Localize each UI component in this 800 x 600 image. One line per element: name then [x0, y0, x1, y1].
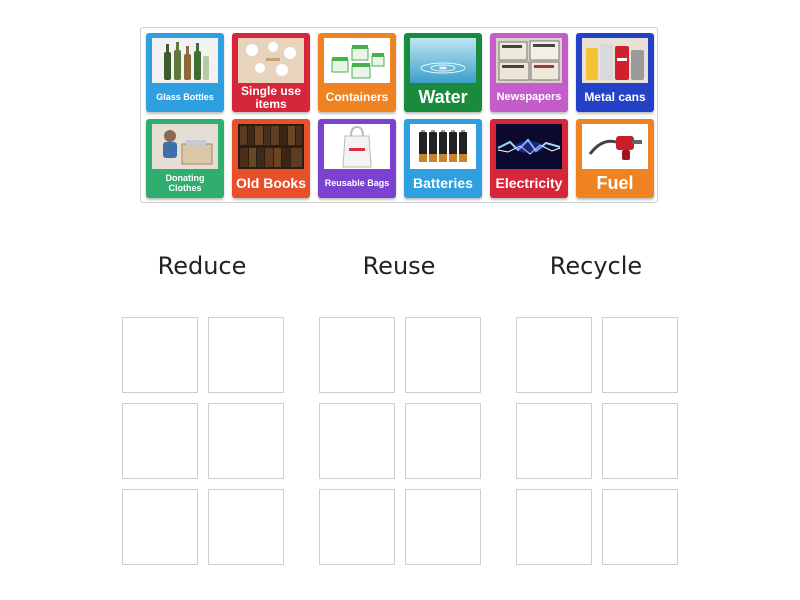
drop-slot-recycle[interactable]: [602, 403, 678, 479]
card-label: Reusable Bags: [324, 177, 390, 188]
metal-cans-photo: [582, 38, 648, 83]
card-donating-clothes[interactable]: Donating Clothes: [146, 119, 224, 198]
card-label: Glass Bottles: [156, 91, 214, 102]
card-old-books[interactable]: Old Books: [232, 119, 310, 198]
card-label: Batteries: [413, 175, 473, 192]
card-label: Fuel: [596, 173, 634, 194]
card-reusable-bags[interactable]: Reusable Bags: [318, 119, 396, 198]
containers-photo: [324, 38, 390, 83]
column-title-reduce: Reduce: [157, 252, 247, 280]
donating-clothes-photo: [152, 124, 218, 169]
fuel-nozzle-photo: [582, 124, 648, 169]
card-containers[interactable]: Containers: [318, 33, 396, 112]
drop-slot-reduce[interactable]: [122, 403, 198, 479]
drop-slot-reduce[interactable]: [208, 403, 284, 479]
card-label: Water: [418, 87, 468, 108]
card-label: Old Books: [235, 175, 306, 192]
glass-bottles-photo: [152, 38, 218, 83]
newspapers-photo: [496, 38, 562, 83]
card-single-use-items[interactable]: Single use items: [232, 33, 310, 112]
column-title-reuse: Reuse: [362, 252, 436, 280]
drop-slot-reuse[interactable]: [319, 489, 395, 565]
drop-slot-reduce[interactable]: [208, 489, 284, 565]
drop-slot-reuse[interactable]: [405, 489, 481, 565]
drop-slot-reuse[interactable]: [319, 403, 395, 479]
card-electricity[interactable]: Electricity: [490, 119, 568, 198]
drop-slot-recycle[interactable]: [516, 317, 592, 393]
drop-slot-reuse[interactable]: [319, 317, 395, 393]
water-drop-photo: [410, 38, 476, 83]
card-label: Newspapers: [496, 90, 562, 103]
card-label: Single use items: [240, 83, 302, 111]
old-books-photo: [238, 124, 304, 169]
card-metal-cans[interactable]: Metal cans: [576, 33, 654, 112]
card-glass-bottles[interactable]: Glass Bottles: [146, 33, 224, 112]
card-water[interactable]: Water: [404, 33, 482, 112]
card-label: Donating Clothes: [165, 173, 205, 193]
drop-slot-reduce[interactable]: [122, 317, 198, 393]
card-newspapers[interactable]: Newspapers: [490, 33, 568, 112]
card-batteries[interactable]: Batteries: [404, 119, 482, 198]
batteries-photo: [410, 124, 476, 169]
drop-slot-recycle[interactable]: [516, 489, 592, 565]
card-label: Containers: [325, 90, 389, 105]
drop-slot-reduce[interactable]: [208, 317, 284, 393]
column-title-recycle: Recycle: [549, 252, 643, 280]
drop-slot-recycle[interactable]: [602, 317, 678, 393]
drop-slot-reuse[interactable]: [405, 317, 481, 393]
drop-slot-reduce[interactable]: [122, 489, 198, 565]
electricity-photo: [496, 124, 562, 169]
card-label: Metal cans: [584, 90, 646, 105]
drop-slot-reuse[interactable]: [405, 403, 481, 479]
card-label: Electricity: [495, 175, 563, 192]
card-fuel[interactable]: Fuel: [576, 119, 654, 198]
drop-slot-recycle[interactable]: [602, 489, 678, 565]
item-bank: Glass Bottles Single use items Container…: [140, 27, 658, 203]
single-use-items-photo: [238, 38, 304, 83]
reusable-bag-photo: [324, 124, 390, 169]
drop-slot-recycle[interactable]: [516, 403, 592, 479]
